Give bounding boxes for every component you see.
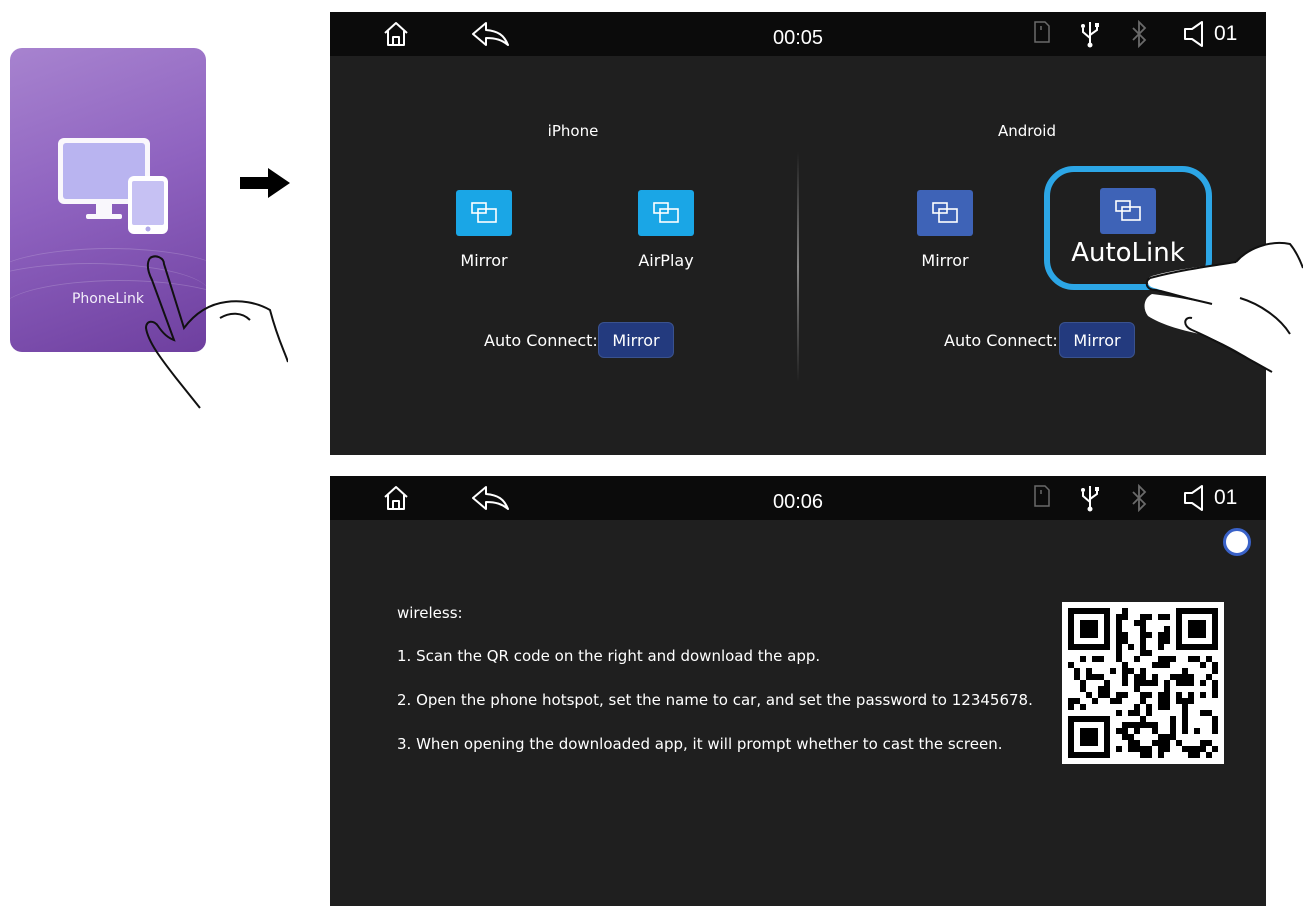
clock-time: 00:06 xyxy=(772,491,824,513)
iphone-heading: iPhone xyxy=(547,122,599,140)
phonelink-mode-screen: 00:05 01 iPhone Mirror AirPlay Auto Conn… xyxy=(330,12,1266,455)
android-auto-connect-select[interactable]: Mirror xyxy=(1059,322,1135,358)
sd-card-icon xyxy=(1034,21,1050,43)
instruction-title: wireless: xyxy=(397,604,463,622)
arrow-right-icon xyxy=(240,168,290,198)
volume-icon[interactable] xyxy=(1182,484,1212,512)
sd-card-icon xyxy=(1034,485,1050,507)
android-mirror-label: Mirror xyxy=(921,251,969,270)
volume-level: 01 xyxy=(1214,22,1238,45)
volume-level: 01 xyxy=(1214,486,1238,509)
usb-icon xyxy=(1081,486,1099,512)
qr-code-icon xyxy=(1068,608,1218,758)
instruction-step-2: 2. Open the phone hotspot, set the name … xyxy=(397,691,1033,709)
clock-time: 00:05 xyxy=(772,27,824,49)
section-divider xyxy=(797,152,799,382)
iphone-mirror-label: Mirror xyxy=(460,251,508,270)
android-heading: Android xyxy=(998,122,1056,140)
iphone-airplay-label: AirPlay xyxy=(638,251,694,270)
android-mirror-button[interactable] xyxy=(917,190,973,236)
iphone-airplay-button[interactable] xyxy=(638,190,694,236)
screen-cast-icon xyxy=(1115,200,1141,221)
floating-toggle-button[interactable] xyxy=(1223,528,1251,556)
wireless-instructions-screen: 00:06 01 wireless: 1. Scan the QR code o… xyxy=(330,476,1266,906)
monitor-phone-icon xyxy=(58,138,168,234)
screen-cast-icon xyxy=(932,202,958,223)
bluetooth-icon xyxy=(1132,20,1147,48)
screen-cast-icon xyxy=(471,202,497,223)
hand-pointer-icon xyxy=(1144,242,1303,373)
android-autolink-button[interactable] xyxy=(1100,188,1156,234)
hand-pointer-icon xyxy=(144,255,288,409)
usb-icon xyxy=(1081,22,1099,48)
volume-icon[interactable] xyxy=(1182,20,1212,48)
status-bar: 00:05 01 xyxy=(330,12,1266,56)
status-bar: 00:06 01 xyxy=(330,476,1266,520)
qr-code xyxy=(1062,602,1224,764)
iphone-auto-connect-label: Auto Connect: xyxy=(484,331,598,350)
bluetooth-icon xyxy=(1132,484,1147,512)
instruction-step-1: 1. Scan the QR code on the right and dow… xyxy=(397,647,821,665)
screen-cast-icon xyxy=(653,202,679,223)
iphone-mirror-button[interactable] xyxy=(456,190,512,236)
android-auto-connect-label: Auto Connect: xyxy=(944,331,1058,350)
instruction-step-3: 3. When opening the downloaded app, it w… xyxy=(397,735,1003,753)
iphone-auto-connect-select[interactable]: Mirror xyxy=(598,322,674,358)
